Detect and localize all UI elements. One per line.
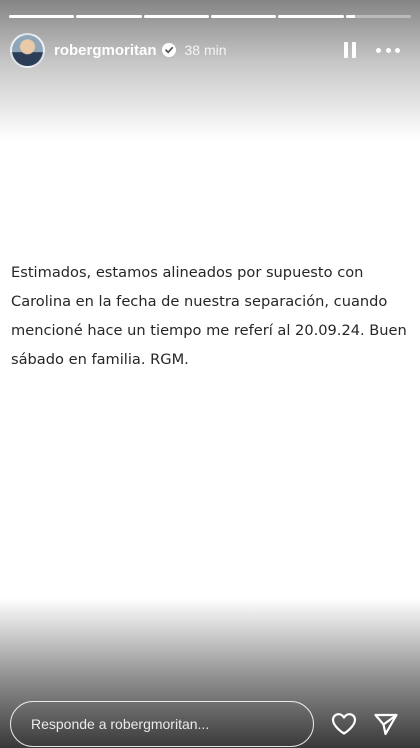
progress-segment-fill xyxy=(278,15,344,18)
like-button[interactable] xyxy=(330,710,358,738)
progress-segment xyxy=(345,15,411,18)
send-button[interactable] xyxy=(372,710,400,738)
progress-segment-fill xyxy=(345,15,356,18)
send-icon xyxy=(374,713,398,736)
progress-segment-fill xyxy=(143,15,209,18)
top-gradient-overlay xyxy=(0,0,420,140)
avatar[interactable] xyxy=(10,32,45,68)
progress-segment-fill xyxy=(9,15,75,18)
heart-icon xyxy=(331,713,357,735)
progress-segment xyxy=(9,15,75,18)
progress-segment-fill xyxy=(76,15,142,18)
story-header: robergmoritan 38 min xyxy=(10,32,410,68)
post-time: 38 min xyxy=(184,42,227,58)
more-options-button[interactable] xyxy=(376,40,400,60)
story-progress-bar xyxy=(9,15,411,18)
pause-button[interactable] xyxy=(340,40,360,60)
progress-segment-fill xyxy=(210,15,277,18)
verified-badge-icon xyxy=(161,43,176,57)
more-options-icon xyxy=(376,47,381,53)
pause-icon xyxy=(344,42,348,58)
story-text: Estimados, estamos alineados por supuest… xyxy=(11,264,407,368)
reply-input[interactable] xyxy=(10,701,314,747)
progress-segment xyxy=(143,15,209,18)
progress-segment xyxy=(210,15,277,18)
progress-segment xyxy=(278,15,344,18)
username[interactable]: robergmoritan xyxy=(54,42,157,59)
story-footer xyxy=(10,701,410,747)
progress-segment xyxy=(76,15,142,18)
